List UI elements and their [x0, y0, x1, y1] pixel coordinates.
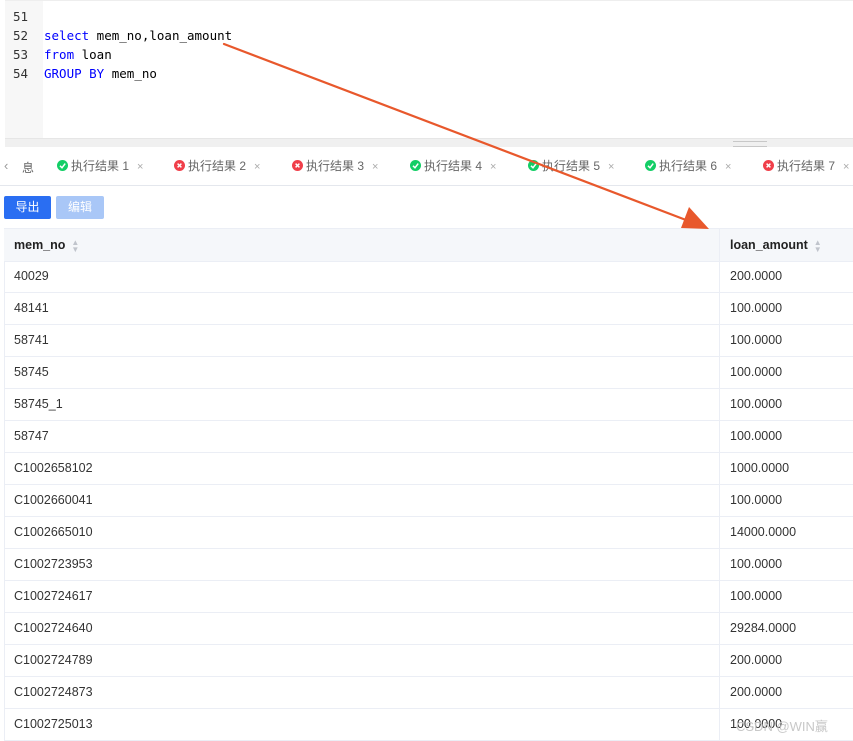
annotation-arrow	[222, 42, 709, 229]
watermark-text: CSDN @WIN赢	[736, 719, 828, 734]
